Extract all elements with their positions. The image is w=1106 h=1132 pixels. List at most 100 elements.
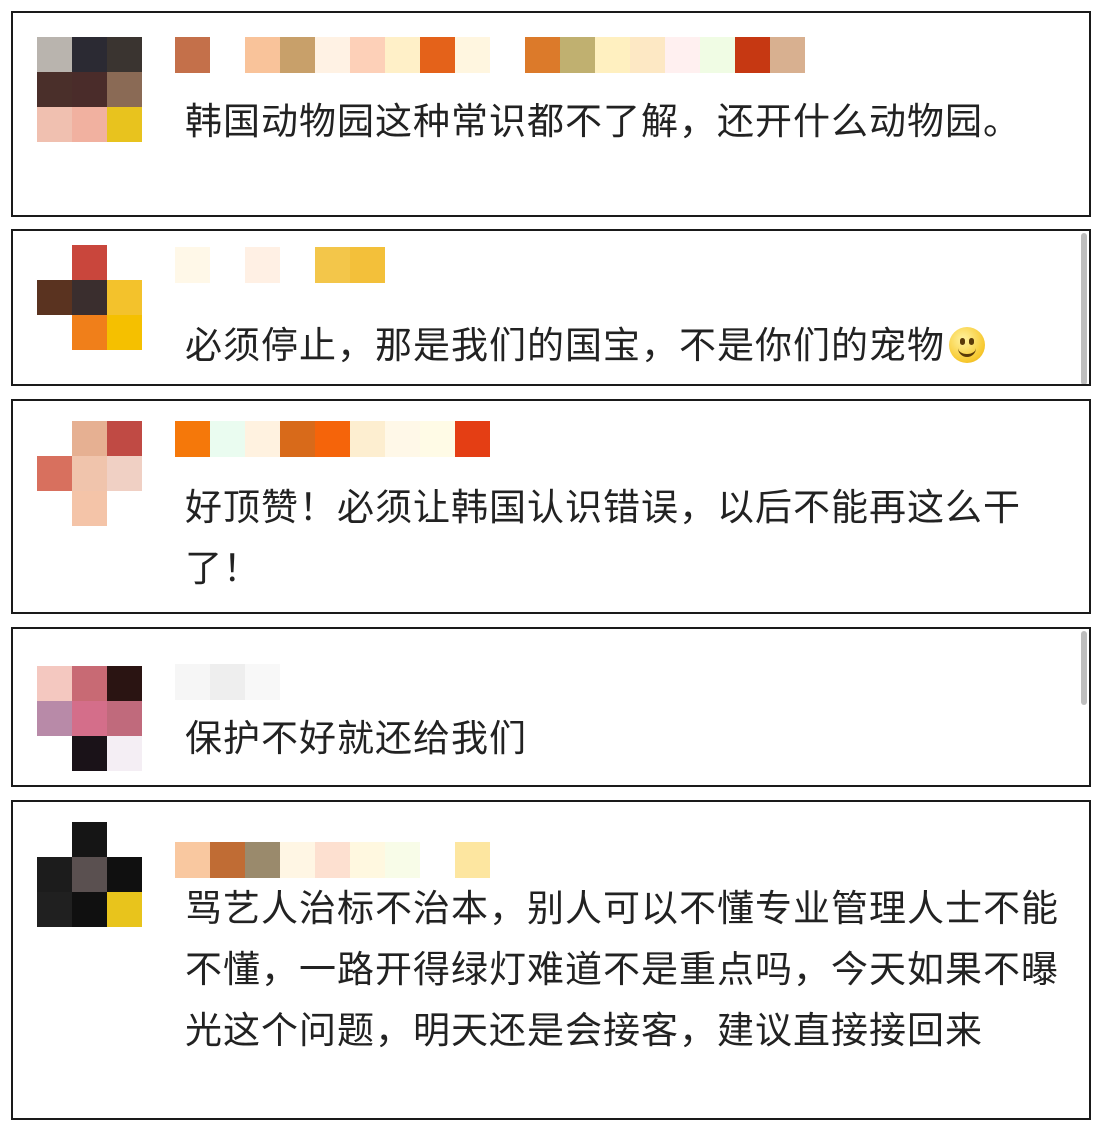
- avatar-pixel: [107, 736, 142, 771]
- username-pixel: [350, 37, 385, 73]
- avatar-pixel: [37, 245, 72, 280]
- avatar-pixel: [72, 72, 107, 107]
- scrollbar[interactable]: [1081, 233, 1087, 384]
- username-pixel: [630, 37, 665, 73]
- avatar-pixel: [72, 456, 107, 491]
- avatar-pixel: [107, 857, 142, 892]
- avatar-pixel: [72, 421, 107, 456]
- comment-text: 保护不好就还给我们: [185, 717, 527, 760]
- avatar-pixel: [107, 701, 142, 736]
- avatar-pixel: [72, 736, 107, 771]
- avatar-pixel: [107, 280, 142, 315]
- username-pixel: [420, 842, 455, 878]
- avatar-pixel: [72, 491, 107, 526]
- avatar-pixel: [72, 37, 107, 72]
- avatar-pixel: [37, 421, 72, 456]
- username-pixel: [210, 664, 245, 700]
- avatar-pixel: [107, 315, 142, 350]
- avatar[interactable]: [37, 245, 142, 350]
- username-pixel: [210, 842, 245, 878]
- avatar-pixel: [37, 701, 72, 736]
- username-pixel: [315, 37, 350, 73]
- username-pixel: [665, 37, 700, 73]
- username-pixel: [245, 842, 280, 878]
- avatar-pixel: [37, 37, 72, 72]
- comment-card: 好顶赞！必须让韩国认识错误，以后不能再这么干了！: [11, 399, 1091, 614]
- avatar-pixel: [37, 315, 72, 350]
- username-pixel: [735, 37, 770, 73]
- username-pixel: [525, 37, 560, 73]
- username-pixel: [315, 421, 350, 457]
- username-pixel: [595, 37, 630, 73]
- username-pixel: [315, 247, 350, 283]
- comment-text-content: 必须停止，那是我们的国宝，不是你们的宠物: [185, 324, 945, 367]
- avatar-pixel: [107, 37, 142, 72]
- comment-text: 必须停止，那是我们的国宝，不是你们的宠物: [185, 315, 1065, 376]
- username-pixel: [455, 37, 490, 73]
- avatar-pixel: [107, 456, 142, 491]
- avatar-pixel: [107, 892, 142, 927]
- avatar-pixel: [72, 822, 107, 857]
- avatar-pixel: [37, 107, 72, 142]
- avatar-pixel: [37, 892, 72, 927]
- username-pixel: [245, 664, 280, 700]
- avatar[interactable]: [37, 666, 142, 771]
- comment-text: 韩国动物园这种常识都不了解，还开什么动物园。: [185, 100, 1021, 143]
- avatar-pixel: [37, 857, 72, 892]
- username-pixel: [175, 247, 210, 283]
- username-pixel: [770, 37, 805, 73]
- avatar-pixel: [107, 245, 142, 280]
- avatar-pixel: [72, 666, 107, 701]
- avatar[interactable]: [37, 822, 142, 927]
- username-pixel: [315, 842, 350, 878]
- username-pixel: [280, 37, 315, 73]
- username-pixel: [420, 421, 455, 457]
- avatar-pixel: [37, 280, 72, 315]
- username-pixel: [175, 664, 210, 700]
- avatar-pixel: [72, 857, 107, 892]
- username-pixel: [175, 421, 210, 457]
- username-pixel: [455, 421, 490, 457]
- smile-emoji-icon: [949, 327, 985, 363]
- username-pixel: [385, 421, 420, 457]
- username-pixel: [245, 421, 280, 457]
- avatar-pixel: [37, 666, 72, 701]
- username-pixel: [175, 842, 210, 878]
- avatar-pixel: [72, 245, 107, 280]
- username-pixel: [350, 842, 385, 878]
- avatar-pixel: [37, 736, 72, 771]
- comment-card: 骂艺人治标不治本，别人可以不懂专业管理人士不能不懂，一路开得绿灯难道不是重点吗，…: [11, 800, 1091, 1120]
- username-pixel: [280, 842, 315, 878]
- username-pixel: [245, 247, 280, 283]
- username-pixel: [175, 37, 210, 73]
- username-pixel: [385, 842, 420, 878]
- username-pixel: [245, 37, 280, 73]
- avatar[interactable]: [37, 37, 142, 142]
- username-pixel: [280, 421, 315, 457]
- avatar-pixel: [107, 666, 142, 701]
- avatar-pixel: [37, 822, 72, 857]
- username-pixel: [350, 247, 385, 283]
- username-pixel: [210, 37, 245, 73]
- avatar-pixel: [107, 72, 142, 107]
- username-pixel: [700, 37, 735, 73]
- username-pixel: [210, 247, 245, 283]
- username-pixel: [385, 37, 420, 73]
- avatar-pixel: [72, 315, 107, 350]
- avatar-pixel: [37, 72, 72, 107]
- avatar-pixel: [72, 280, 107, 315]
- avatar-pixel: [107, 421, 142, 456]
- scrollbar[interactable]: [1081, 631, 1087, 705]
- comment-card: 韩国动物园这种常识都不了解，还开什么动物园。: [11, 11, 1091, 217]
- avatar-pixel: [37, 456, 72, 491]
- username-pixel: [560, 37, 595, 73]
- comment-card: 保护不好就还给我们: [11, 627, 1091, 787]
- username-pixel: [455, 842, 490, 878]
- username-pixel: [210, 421, 245, 457]
- avatar-pixel: [72, 701, 107, 736]
- avatar-pixel: [72, 107, 107, 142]
- avatar-pixel: [107, 491, 142, 526]
- comment-card: 必须停止，那是我们的国宝，不是你们的宠物: [11, 229, 1091, 386]
- avatar[interactable]: [37, 421, 142, 526]
- avatar-pixel: [107, 822, 142, 857]
